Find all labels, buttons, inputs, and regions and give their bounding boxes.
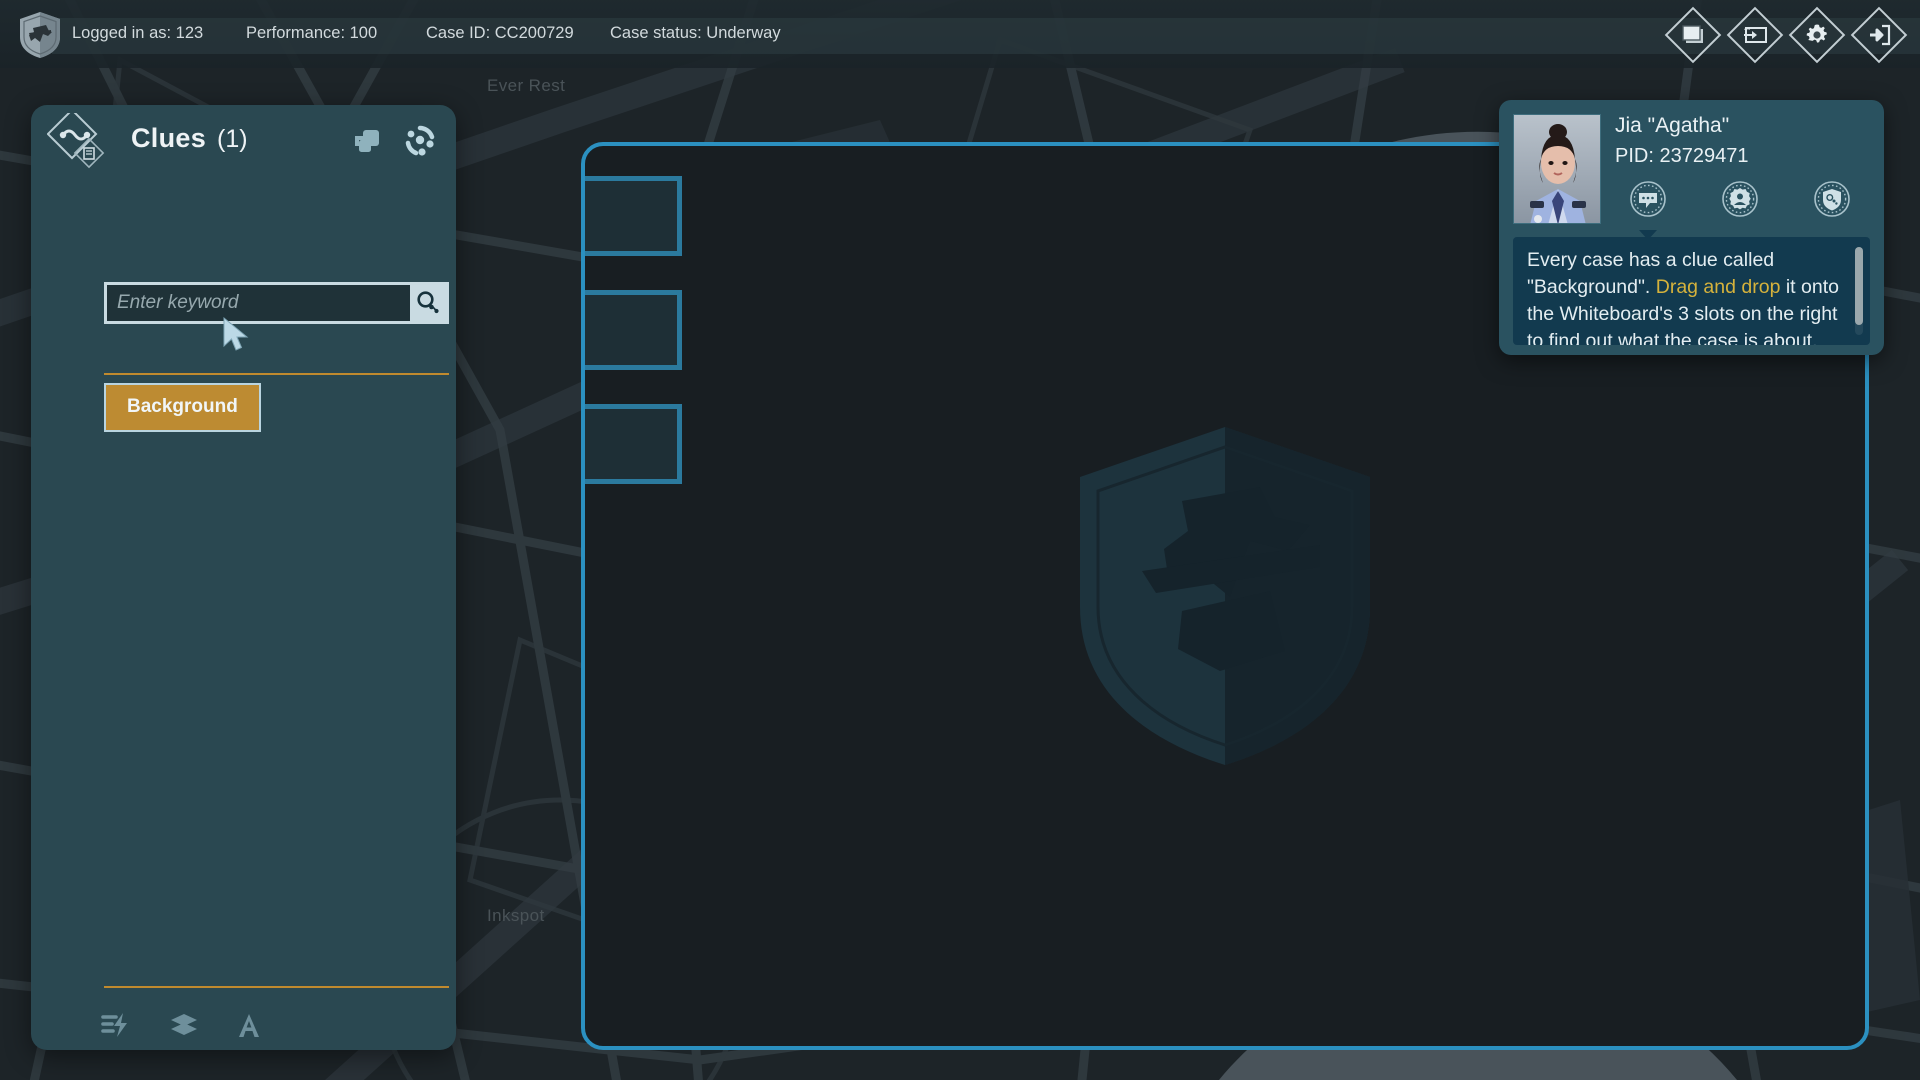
clues-panel: Clues (1) xyxy=(31,105,456,1050)
case-status: Case status: Underway xyxy=(610,24,781,43)
layers-icon[interactable] xyxy=(169,1012,199,1038)
npc-portrait xyxy=(1513,114,1601,224)
windows-button[interactable] xyxy=(1666,8,1720,62)
search-icon xyxy=(415,290,441,316)
detective-shield-logo xyxy=(18,11,62,59)
clues-header: Clues (1) xyxy=(31,105,456,177)
dialog-highlight: Drag and drop xyxy=(1656,276,1781,298)
clues-emblem-icon xyxy=(47,113,111,177)
detective-shield-watermark xyxy=(1070,421,1380,771)
clue-chip-background[interactable]: Background xyxy=(104,383,261,432)
npc-name: Jia "Agatha" xyxy=(1615,114,1729,138)
npc-badges xyxy=(1629,180,1851,223)
whiteboard-slot-2[interactable] xyxy=(581,290,682,370)
clue-list-divider-bottom xyxy=(104,986,449,988)
clues-count: (1) xyxy=(217,125,248,154)
copy-icon[interactable] xyxy=(352,126,382,156)
archive-button[interactable] xyxy=(1728,8,1782,62)
whiteboard-slot-1[interactable] xyxy=(581,176,682,256)
topbar-actions xyxy=(1666,8,1906,62)
gear-icon xyxy=(1805,23,1829,47)
exit-button[interactable] xyxy=(1852,8,1906,62)
clues-title: Clues xyxy=(131,123,206,154)
status-items: Logged in as: 123 Performance: 100 Case … xyxy=(72,24,781,43)
whiteboard-slot-3[interactable] xyxy=(581,404,682,484)
clues-footer xyxy=(101,1012,261,1038)
dialog-scroll-thumb[interactable] xyxy=(1855,247,1863,325)
dialog-scrollbar[interactable] xyxy=(1855,247,1863,335)
whiteboard-slots xyxy=(581,172,772,532)
network-nodes-icon[interactable] xyxy=(404,125,436,157)
npc-dialog-text: Every case has a clue called "Background… xyxy=(1527,247,1848,345)
top-status-bar: Logged in as: 123 Performance: 100 Case … xyxy=(0,0,1920,68)
text-a-icon[interactable] xyxy=(237,1012,261,1038)
case-id: Case ID: CC200729 xyxy=(426,24,610,43)
logged-in-as: Logged in as: 123 xyxy=(72,24,246,43)
settings-button[interactable] xyxy=(1790,8,1844,62)
filter-lightning-icon[interactable] xyxy=(101,1012,131,1038)
archive-folder-icon xyxy=(1742,24,1768,46)
search-button[interactable] xyxy=(410,285,446,321)
npc-badge-case[interactable] xyxy=(1813,180,1851,223)
performance: Performance: 100 xyxy=(246,24,426,43)
exit-icon xyxy=(1867,24,1891,46)
npc-card: Jia "Agatha" PID: 23729471 xyxy=(1499,100,1884,355)
map-label-inkspot: Inkspot xyxy=(487,906,545,926)
clue-list: Background xyxy=(104,383,449,432)
avatar xyxy=(1514,115,1601,224)
npc-badge-chat[interactable] xyxy=(1629,180,1667,223)
windows-icon xyxy=(1681,24,1705,46)
map-label-ever-rest: Ever Rest xyxy=(487,76,565,96)
npc-badge-profile[interactable] xyxy=(1721,180,1759,223)
person-gear-badge-icon xyxy=(1721,180,1759,218)
chat-badge-icon xyxy=(1629,180,1667,218)
shield-badge-icon xyxy=(1813,180,1851,218)
search-input[interactable] xyxy=(107,285,410,321)
clue-search-row xyxy=(104,282,449,324)
clue-list-divider-top xyxy=(104,373,449,375)
clues-header-icons xyxy=(352,125,436,157)
npc-dialog: Every case has a clue called "Background… xyxy=(1513,237,1870,345)
npc-pid: PID: 23729471 xyxy=(1615,145,1748,168)
